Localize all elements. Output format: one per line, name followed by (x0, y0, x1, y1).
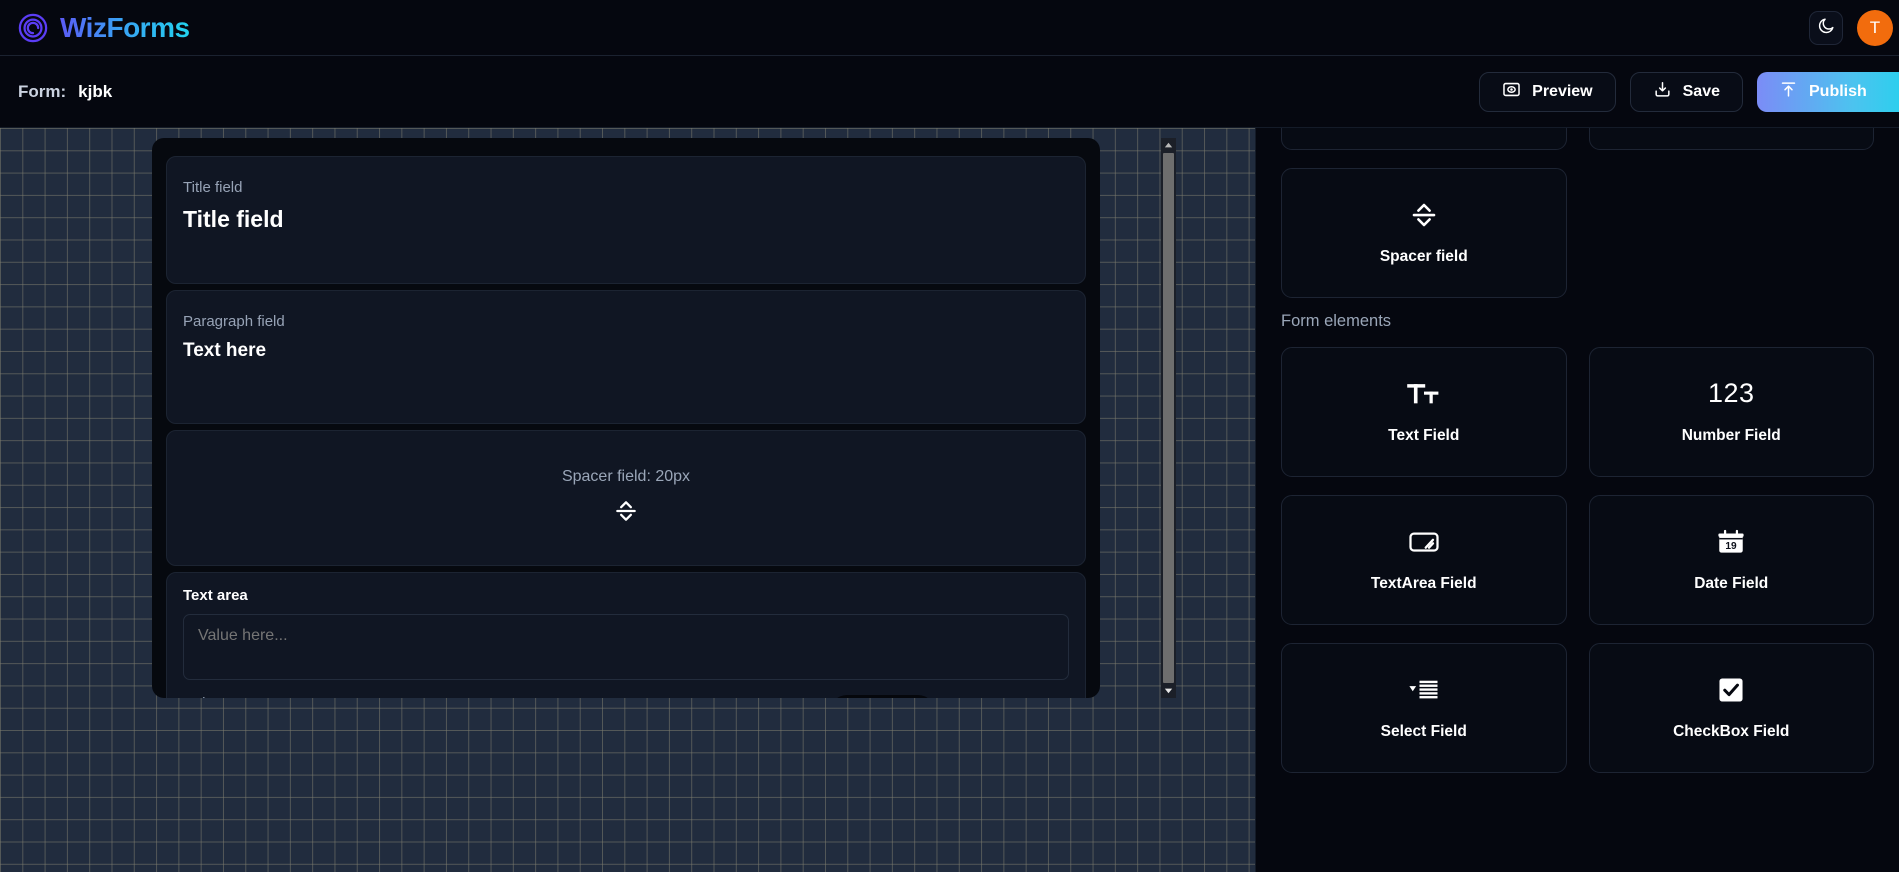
form-preview-shell: Title field Title field Paragraph field … (152, 138, 1100, 698)
title-field-label: Title field (183, 179, 243, 196)
sidebar-element-label: Date Field (1694, 574, 1769, 592)
paragraph-field-label: Paragraph field (183, 313, 285, 330)
avatar[interactable]: T (1857, 9, 1893, 46)
field-card-spacer[interactable]: Spacer field: 20px (166, 430, 1086, 566)
preview-label: Preview (1532, 82, 1593, 100)
scrollbar-track[interactable] (1161, 153, 1176, 683)
paragraph-field-value: Text here (183, 340, 267, 361)
field-card-paragraph[interactable]: Paragraph field Text here (166, 290, 1086, 424)
sidebar-element-label: Number Field (1681, 426, 1781, 444)
form-label: Form: (18, 81, 67, 101)
top-bar: WizForms T (0, 0, 1899, 56)
textarea-input[interactable] (183, 614, 1069, 680)
form-elements-grid: Text Field 123 Number Field TextArea Fie… (1281, 347, 1874, 773)
save-download-icon (1653, 80, 1672, 104)
dropdown-list-icon (1406, 673, 1442, 707)
form-elements-section-title: Form elements (1281, 312, 1392, 330)
sidebar-scroll-container: Spacer field Form elements Text Field 12… (1256, 128, 1899, 773)
expand-vertical-icon (613, 498, 639, 529)
preview-button[interactable]: Preview (1479, 71, 1616, 112)
field-card-title[interactable]: Title field Title field (166, 156, 1086, 284)
save-label: Save (1682, 82, 1720, 100)
moon-icon (1817, 16, 1836, 40)
scrollbar-thumb[interactable] (1163, 153, 1174, 683)
sidebar-element-date-field[interactable]: 19 Date Field (1588, 495, 1874, 625)
brand[interactable]: WizForms (18, 12, 190, 44)
spacer-element-grid: Spacer field (1281, 168, 1874, 298)
layout-elements-grid (1281, 128, 1874, 150)
brand-name: WizForms (60, 11, 190, 43)
sidebar-element-label: CheckBox Field (1673, 722, 1790, 740)
sidebar-element-text-field[interactable]: Text Field (1281, 347, 1567, 477)
svg-text:19: 19 (1726, 541, 1738, 552)
sidebar-element-label: Select Field (1380, 722, 1467, 740)
publish-button[interactable]: Publish (1757, 71, 1899, 112)
sidebar-element-spacer-field[interactable]: Spacer field (1281, 168, 1567, 298)
calendar-19-icon: 19 (1715, 525, 1747, 559)
sidebar-element-label: Text Field (1388, 426, 1460, 444)
scroll-down-arrow-icon[interactable] (1161, 683, 1176, 698)
field-float-toolbar[interactable] (830, 695, 935, 698)
textarea-helper-text: Helper text (183, 695, 256, 698)
field-card-textarea[interactable]: Text area Helper text (166, 572, 1086, 698)
avatar-initial: T (1869, 17, 1881, 37)
sidebar-element-label: Spacer field (1379, 247, 1468, 265)
textarea-helper-row: Helper text (183, 695, 1069, 698)
textarea-box-icon (1407, 525, 1441, 559)
title-field-value: Title field (183, 206, 284, 232)
main-area: Title field Title field Paragraph field … (0, 128, 1899, 872)
spacer-field-value: Spacer field: 20px (561, 467, 691, 485)
sidebar-element-textarea-field[interactable]: TextArea Field (1281, 495, 1567, 625)
sidebar-element-number-field[interactable]: 123 Number Field (1588, 347, 1874, 477)
elements-sidebar[interactable]: Spacer field Form elements Text Field 12… (1255, 128, 1899, 872)
scroll-up-arrow-icon[interactable] (1161, 138, 1176, 153)
form-bar-actions: Preview Save Publish (1479, 71, 1899, 112)
sidebar-element-checkbox-field[interactable]: CheckBox Field (1588, 643, 1874, 773)
number-123-icon: 123 (1707, 378, 1755, 409)
checkbox-checked-icon (1716, 673, 1746, 707)
expand-vertical-icon (1409, 198, 1439, 232)
layout-element-card-partial-left[interactable] (1281, 128, 1567, 150)
theme-toggle-button[interactable] (1809, 10, 1843, 45)
spiral-logo-icon (18, 13, 48, 43)
form-name: kjbk (78, 81, 113, 101)
publish-label: Publish (1809, 82, 1867, 100)
form-canvas[interactable]: Title field Title field Paragraph field … (0, 128, 1255, 872)
sidebar-element-select-field[interactable]: Select Field (1281, 643, 1567, 773)
upload-arrow-icon (1779, 80, 1798, 104)
canvas-scrollbar[interactable] (1161, 138, 1176, 698)
top-bar-actions: T (1809, 9, 1893, 46)
sidebar-element-label: TextArea Field (1370, 574, 1477, 592)
text-format-icon (1406, 377, 1442, 411)
form-bar: Form: kjbk Preview Save Publish (0, 56, 1899, 128)
layout-element-card-partial-right[interactable] (1588, 128, 1874, 150)
textarea-field-label: Text area (183, 587, 248, 604)
save-button[interactable]: Save (1629, 71, 1743, 112)
eye-in-box-icon (1502, 80, 1521, 104)
